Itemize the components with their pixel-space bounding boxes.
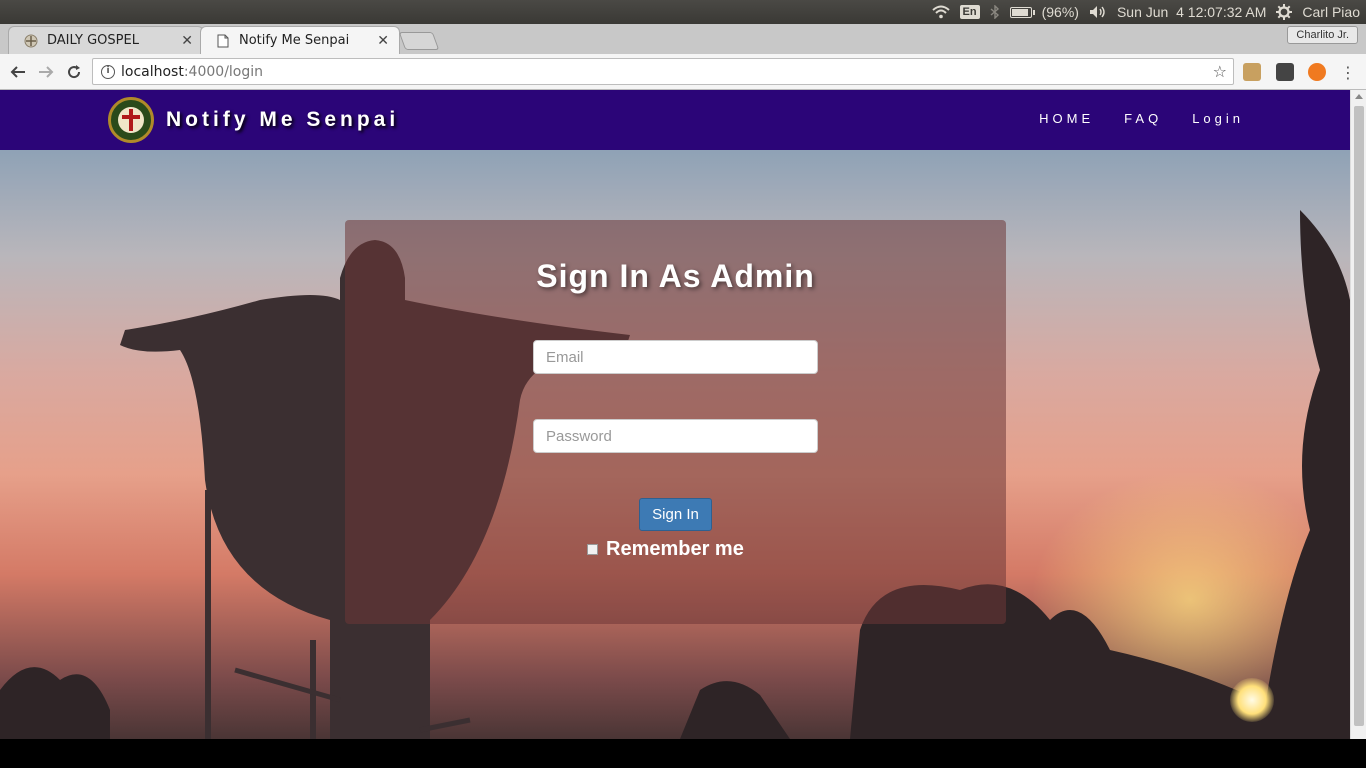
user-name[interactable]: Carl Piao bbox=[1302, 4, 1360, 20]
system-top-panel: En (96%) Sun Jun 4 12:07:32 AM Carl Piao bbox=[0, 0, 1366, 24]
page-scrollbar[interactable] bbox=[1350, 90, 1366, 739]
scrollbar-thumb[interactable] bbox=[1354, 106, 1364, 726]
tab-notify-me-senpai[interactable]: Notify Me Senpai ✕ bbox=[200, 26, 400, 54]
bluetooth-icon[interactable] bbox=[990, 5, 1000, 19]
scroll-up-arrow-icon[interactable] bbox=[1355, 94, 1363, 99]
battery-percentage: (96%) bbox=[1041, 4, 1079, 20]
url-path: :4000/login bbox=[183, 63, 264, 80]
nav-home-link[interactable]: HOME bbox=[1039, 111, 1094, 126]
forward-arrow-icon[interactable] bbox=[36, 62, 56, 82]
back-arrow-icon[interactable] bbox=[8, 62, 28, 82]
menu-kebab-icon[interactable]: ⋮ bbox=[1338, 62, 1358, 82]
site-logo bbox=[108, 97, 154, 143]
bookmark-star-icon[interactable]: ☆ bbox=[1213, 62, 1227, 81]
address-bar[interactable]: i localhost:4000/login ☆ bbox=[92, 58, 1234, 85]
web-page: Notify Me Senpai HOME FAQ Login Sign In … bbox=[0, 90, 1350, 739]
email-field[interactable] bbox=[533, 340, 818, 374]
site-favicon-icon bbox=[23, 33, 39, 49]
profile-button[interactable]: Charlito Jr. bbox=[1287, 26, 1358, 44]
login-title: Sign In As Admin bbox=[536, 258, 815, 294]
browser-tab-strip: DAILY GOSPEL ✕ Notify Me Senpai ✕ Charli… bbox=[0, 24, 1366, 54]
keyboard-layout-indicator[interactable]: En bbox=[959, 5, 980, 19]
main-nav: HOME FAQ Login bbox=[1039, 111, 1244, 126]
sun bbox=[1230, 678, 1274, 722]
volume-icon[interactable] bbox=[1089, 5, 1107, 19]
site-title: Notify Me Senpai bbox=[166, 108, 400, 131]
nav-login-link[interactable]: Login bbox=[1192, 111, 1244, 126]
info-icon[interactable]: i bbox=[101, 64, 115, 79]
remember-me-label[interactable]: Remember me bbox=[606, 538, 744, 561]
close-icon[interactable]: ✕ bbox=[377, 33, 389, 49]
site-brand[interactable]: Notify Me Senpai bbox=[108, 97, 399, 143]
remember-me-row: Remember me bbox=[587, 538, 744, 561]
wifi-icon[interactable] bbox=[931, 5, 950, 19]
new-tab-button[interactable] bbox=[398, 32, 440, 50]
screen-bottom-edge bbox=[0, 739, 1366, 768]
tab-title: Notify Me Senpai bbox=[239, 33, 350, 48]
browser-toolbar: i localhost:4000/login ☆ ⋮ bbox=[0, 54, 1366, 90]
clock[interactable]: Sun Jun 4 12:07:32 AM bbox=[1117, 4, 1266, 20]
site-navbar: Notify Me Senpai HOME FAQ Login bbox=[0, 90, 1350, 150]
nav-faq-link[interactable]: FAQ bbox=[1124, 111, 1162, 126]
sign-in-button[interactable]: Sign In bbox=[639, 498, 712, 531]
tab-daily-gospel[interactable]: DAILY GOSPEL ✕ bbox=[8, 26, 204, 54]
system-tray: En (96%) Sun Jun 4 12:07:32 AM Carl Piao bbox=[931, 0, 1360, 24]
password-field[interactable] bbox=[533, 419, 818, 453]
page-icon bbox=[215, 33, 231, 49]
extension-icon[interactable] bbox=[1243, 63, 1261, 81]
close-icon[interactable]: ✕ bbox=[181, 33, 193, 49]
extension-icon[interactable] bbox=[1308, 63, 1326, 81]
tab-title: DAILY GOSPEL bbox=[47, 33, 139, 48]
gear-icon[interactable] bbox=[1276, 4, 1293, 20]
remember-me-checkbox[interactable] bbox=[587, 544, 598, 555]
login-card: Sign In As Admin Sign In Remember me bbox=[345, 220, 1006, 624]
extension-icon[interactable] bbox=[1276, 63, 1294, 81]
url-host: localhost bbox=[121, 63, 184, 80]
reload-icon[interactable] bbox=[64, 62, 84, 82]
battery-icon[interactable] bbox=[1009, 6, 1035, 18]
